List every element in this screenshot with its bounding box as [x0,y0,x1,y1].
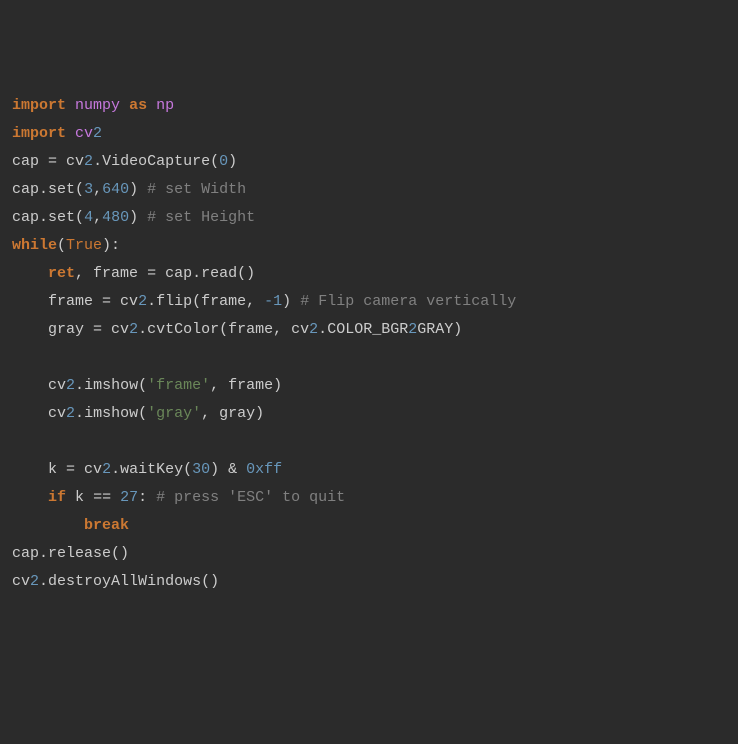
hex-ff: 0xff [246,461,282,478]
comment: # press 'ESC' to quit [156,489,345,506]
code-line: cap = cv2.VideoCapture(0) [12,153,237,170]
module-cv: cv [75,125,93,142]
code-line: cv2.destroyAllWindows() [12,573,219,590]
string: 'frame' [147,377,210,394]
code-line: ret, frame = cap.read() [12,265,255,282]
var-cap: cap [12,153,39,170]
keyword-import: import [12,97,66,114]
keyword-import: import [12,125,66,142]
code-editor[interactable]: import numpy as np import cv2 cap = cv2.… [12,92,726,596]
module-numpy: numpy [75,97,120,114]
num-0: 0 [219,153,228,170]
comment: # set Width [147,181,246,198]
keyword-if: if [48,489,66,506]
code-line: import numpy as np [12,97,174,114]
keyword-as: as [129,97,147,114]
ref-cv: cv [66,153,84,170]
code-line: import cv2 [12,125,102,142]
code-line: cap.set(4,480) # set Height [12,209,255,226]
keyword-while: while [12,237,57,254]
code-line: cap.release() [12,545,129,562]
comment: # set Height [147,209,255,226]
num-2: 2 [93,125,102,142]
const-true: True [66,237,102,254]
keyword-break: break [84,517,129,534]
code-line: k = cv2.waitKey(30) & 0xff [12,461,282,478]
string: 'gray' [147,405,201,422]
code-line: gray = cv2.cvtColor(frame, cv2.COLOR_BGR… [12,321,462,338]
code-line: while(True): [12,237,120,254]
alias-np: np [156,97,174,114]
code-line [12,349,21,366]
fn-videocapture: VideoCapture [102,153,210,170]
code-line: cv2.imshow('frame', frame) [12,377,282,394]
code-line: break [12,517,129,534]
code-line: cap.set(3,640) # set Width [12,181,246,198]
code-line: if k == 27: # press 'ESC' to quit [12,489,345,506]
code-line: cv2.imshow('gray', gray) [12,405,264,422]
comment: # Flip camera vertically [300,293,516,310]
code-line: frame = cv2.flip(frame, -1) # Flip camer… [12,293,516,310]
var-ret: ret [48,265,75,282]
code-line [12,433,21,450]
